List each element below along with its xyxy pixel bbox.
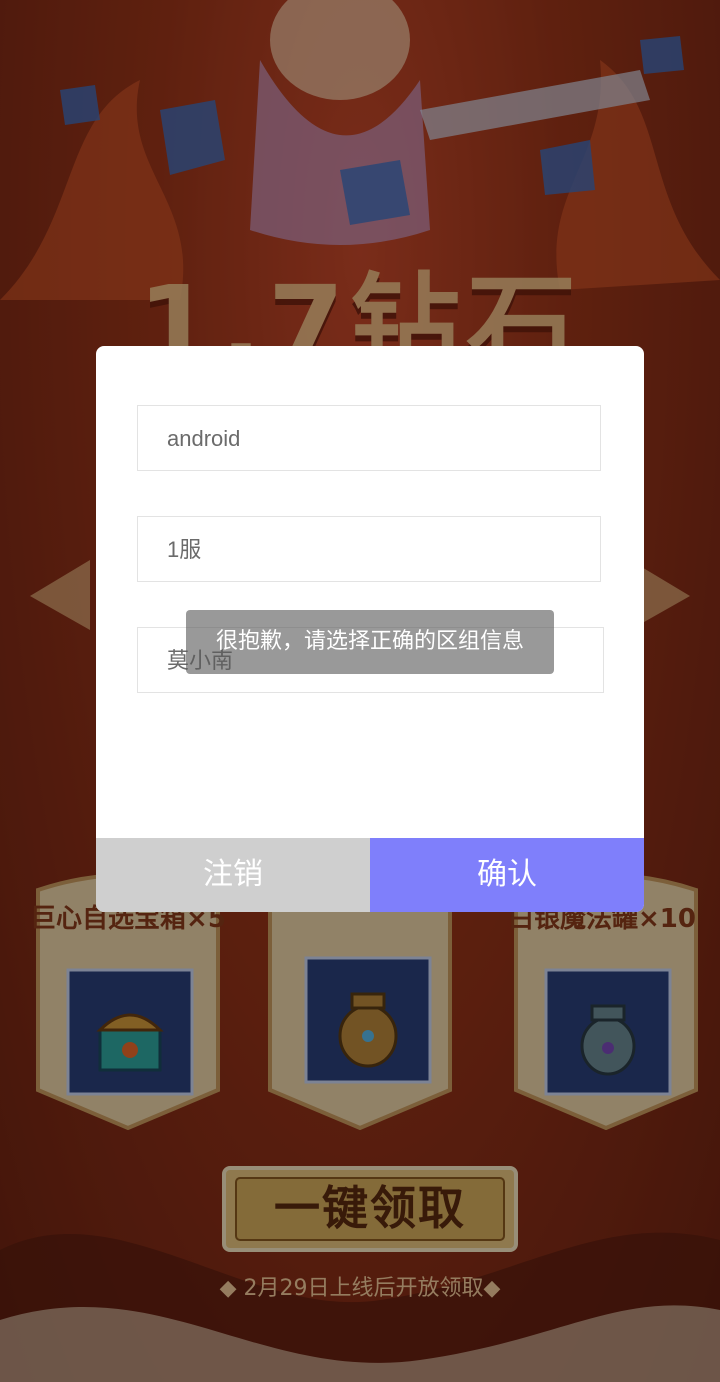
platform-select[interactable]: android bbox=[137, 405, 601, 471]
confirm-button[interactable]: 确认 bbox=[370, 838, 644, 912]
dialog-actions: 注销 确认 bbox=[96, 838, 644, 912]
server-value: 1服 bbox=[167, 537, 202, 562]
platform-value: android bbox=[167, 426, 241, 451]
server-select[interactable]: 1服 bbox=[137, 516, 601, 582]
error-toast: 很抱歉，请选择正确的区组信息 bbox=[186, 610, 554, 674]
logout-button[interactable]: 注销 bbox=[96, 838, 370, 912]
